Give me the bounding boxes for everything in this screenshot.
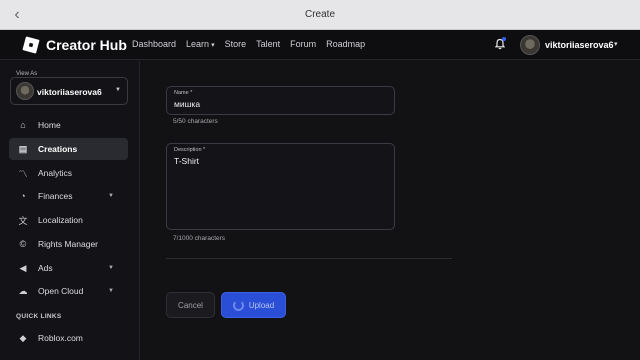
caret-down-icon: ▼ [108,288,114,294]
sidebar-item-label: Rights Manager [38,239,99,249]
sidebar-item-label: Creations [38,144,78,154]
description-char-counter: 7/1000 characters [173,235,226,242]
finances-icon: ◔ [20,191,26,201]
name-field-label: Name * [174,90,193,96]
sidebar-item-label: Open Cloud [38,286,84,296]
caret-down-icon: ▼ [108,193,114,199]
sidebar-item-creations[interactable]: ▤ Creations [9,138,128,160]
caret-down-icon: ▼ [115,87,121,93]
sidebar-item-finances[interactable]: ◔ Finances ▼ [9,185,128,207]
sidebar-item-label: Localization [38,215,83,225]
description-field[interactable]: Description * T-Shirt [166,143,395,230]
name-char-counter: 5/50 characters [173,118,218,125]
view-as-selector[interactable]: viktoriiaserova6 ▼ [10,77,128,105]
sidebar-item-label: Ads [38,263,53,273]
nav-roadmap[interactable]: Roadmap [326,39,365,49]
sidebar-item-open-cloud[interactable]: ☁ Open Cloud ▼ [9,280,128,302]
cancel-button-label: Cancel [178,300,203,310]
roblox-logo-icon[interactable] [22,36,40,54]
sidebar-item-label: Finances [38,191,73,201]
quick-links-heading: QUICK LINKS [16,313,62,320]
sidebar-item-roblox-com[interactable]: ◆ Roblox.com [9,327,128,349]
form-divider [166,258,452,259]
sidebar-item-rights-manager[interactable]: © Rights Manager [9,233,128,255]
sidebar-item-label: Roblox.com [38,333,83,343]
nav-learn-label: Learn [186,39,210,49]
window-title: Create [304,9,335,20]
name-field-value[interactable]: мишка [174,99,200,109]
main-nav: Dashboard Learn ▾ Store Talent Forum Road… [132,39,365,49]
brand-name[interactable]: Creator Hub [46,37,127,53]
cloud-icon: ☁ [18,285,28,296]
roblox-icon: ◆ [19,332,27,343]
upload-button-label: Upload [248,300,275,310]
nav-learn[interactable]: Learn ▾ [186,39,215,49]
cancel-button[interactable]: Cancel [166,292,215,318]
analytics-icon: 〽 [18,168,28,179]
sidebar-item-label: Analytics [38,168,73,178]
ads-icon: ◀ [19,262,27,273]
creations-icon: ▤ [18,143,28,154]
avatar[interactable] [520,35,540,55]
chevron-down-icon: ▾ [211,42,215,49]
name-field[interactable]: Name * мишка [166,86,395,115]
nav-store[interactable]: Store [225,39,247,49]
description-field-value[interactable]: T-Shirt [174,156,199,166]
nav-talent[interactable]: Talent [256,39,280,49]
top-nav: Creator Hub Dashboard Learn ▾ Store Talen… [0,30,640,60]
rights-icon: © [19,239,27,249]
sidebar-item-label: Home [38,120,61,130]
avatar [16,82,34,100]
main-content: Name * мишка 5/50 characters Description… [141,61,640,360]
notification-dot [502,37,506,41]
view-as-username: viktoriiaserova6 [37,87,102,97]
sidebar: View As viktoriiaserova6 ▼ ⌂ Home ▤ Crea… [0,61,140,360]
chevron-down-icon[interactable]: ▾ [614,40,618,48]
nav-dashboard[interactable]: Dashboard [132,39,176,49]
sidebar-item-home[interactable]: ⌂ Home [9,114,128,136]
sidebar-item-localization[interactable]: 文 Localization [9,209,128,231]
nav-forum[interactable]: Forum [290,39,316,49]
home-icon: ⌂ [20,120,26,130]
caret-down-icon: ▼ [108,265,114,271]
window-titlebar: ‹ Create [0,0,640,30]
localization-icon: 文 [18,215,28,226]
sidebar-item-ads[interactable]: ◀ Ads ▼ [9,257,128,279]
top-username[interactable]: viktoriiaserova6 [545,40,614,50]
upload-button[interactable]: Upload [221,292,286,318]
sidebar-item-analytics[interactable]: 〽 Analytics [9,162,128,184]
description-field-label: Description * [174,147,206,153]
loading-spinner-icon [232,299,244,311]
